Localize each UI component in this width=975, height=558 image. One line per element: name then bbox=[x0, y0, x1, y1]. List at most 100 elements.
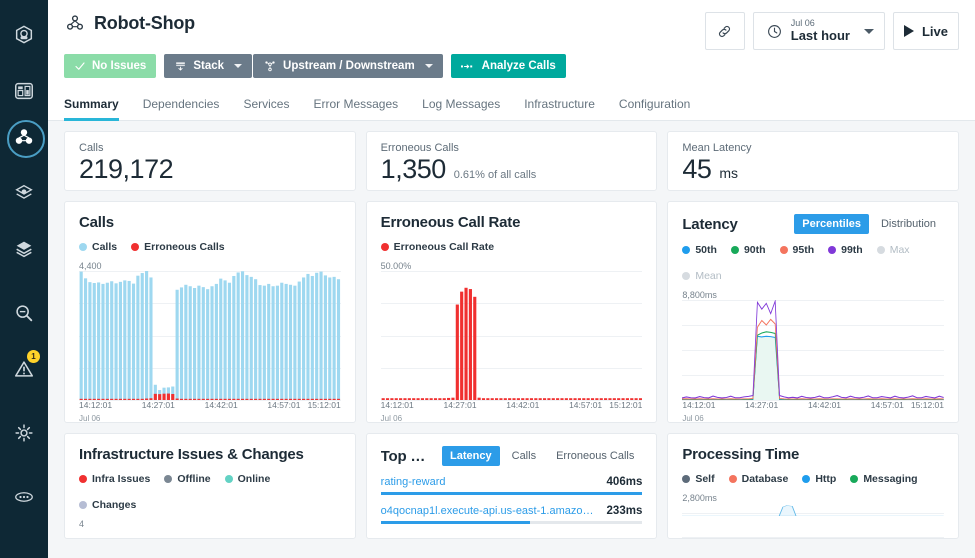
no-issues-button[interactable]: No Issues bbox=[64, 54, 156, 78]
legend-item-calls[interactable]: Calls bbox=[79, 241, 117, 253]
top-section: Robot-Shop bbox=[48, 0, 975, 121]
analyze-calls-button[interactable]: Analyze Calls bbox=[451, 54, 566, 78]
legend-dot-icon bbox=[802, 475, 810, 483]
stat-label: Erroneous Calls bbox=[381, 142, 643, 154]
legend-item-changes[interactable]: Changes bbox=[79, 499, 136, 511]
stat-card-mean-latency: Mean Latency 45 ms bbox=[667, 131, 959, 191]
sidebar-item-services[interactable] bbox=[0, 170, 48, 216]
legend-item-99th[interactable]: 99th bbox=[828, 244, 863, 256]
time-range-labels: Jul 06 Last hour bbox=[791, 19, 850, 43]
segment-latency[interactable]: Latency bbox=[442, 446, 500, 466]
sidebar-item-analytics[interactable] bbox=[0, 290, 48, 336]
legend-item-database[interactable]: Database bbox=[729, 473, 789, 485]
chart-header: Processing Time bbox=[682, 446, 944, 463]
time-range-picker[interactable]: Jul 06 Last hour bbox=[753, 12, 885, 50]
legend-label: Calls bbox=[92, 241, 117, 253]
legend-item-offline[interactable]: Offline bbox=[164, 473, 210, 485]
x-tick-label: 14:12:01 bbox=[381, 400, 414, 410]
legend-item-infra-issues[interactable]: Infra Issues bbox=[79, 473, 150, 485]
tab-services[interactable]: Services bbox=[231, 97, 301, 120]
sidebar-item-events[interactable]: 1 bbox=[0, 346, 48, 392]
legend-item-max[interactable]: Max bbox=[877, 244, 910, 256]
chart-plot-area: 8,800ms 14:12:01 14:27:01 14:42:0 bbox=[682, 290, 944, 414]
chart-header: Top Servi... Latency Calls Erroneous Cal… bbox=[381, 446, 643, 466]
legend-dot-icon bbox=[780, 246, 788, 254]
sidebar-item-home[interactable] bbox=[0, 12, 48, 58]
list-item[interactable]: o4qocnap1l.execute-api.us-east-1.amazona… bbox=[381, 505, 643, 524]
legend-item-erroneous-calls[interactable]: Erroneous Calls bbox=[131, 241, 225, 253]
legend-item-online[interactable]: Online bbox=[225, 473, 271, 485]
tab-infrastructure[interactable]: Infrastructure bbox=[512, 97, 607, 120]
x-tick-label: 14:57:01 bbox=[871, 400, 904, 410]
page-header: Robot-Shop bbox=[48, 0, 975, 46]
segment-percentiles[interactable]: Percentiles bbox=[794, 214, 869, 234]
service-name-link[interactable]: o4qocnap1l.execute-api.us-east-1.amazona… bbox=[381, 505, 599, 517]
service-bar-fill bbox=[381, 492, 643, 495]
top-services-metric-toggle: Latency Calls Erroneous Calls bbox=[442, 446, 642, 466]
x-tick-label: 15:12:01 bbox=[911, 400, 944, 410]
chart-legend: Erroneous Call Rate bbox=[381, 241, 643, 253]
x-axis: 14:12:01 14:27:01 14:42:01 14:57:01 15:1… bbox=[682, 400, 944, 414]
tab-error-messages[interactable]: Error Messages bbox=[301, 97, 410, 120]
sidebar-item-applications[interactable] bbox=[0, 114, 48, 160]
service-value: 233ms bbox=[607, 505, 643, 517]
header-actions: Jul 06 Last hour Live bbox=[705, 12, 959, 50]
chart-card-infrastructure-issues: Infrastructure Issues & Changes Infra Is… bbox=[64, 433, 356, 539]
legend-item-95th[interactable]: 95th bbox=[780, 244, 815, 256]
list-item[interactable]: rating-reward 406ms bbox=[381, 476, 643, 495]
legend-dot-icon bbox=[131, 243, 139, 251]
chart-legend: Infra Issues Offline Online Changes bbox=[79, 473, 341, 511]
legend-item-messaging[interactable]: Messaging bbox=[850, 473, 917, 485]
share-link-button[interactable] bbox=[705, 12, 745, 50]
events-badge-count: 1 bbox=[27, 350, 40, 363]
segment-calls[interactable]: Calls bbox=[504, 446, 544, 466]
stack-label: Stack bbox=[193, 60, 224, 72]
y-axis-max-label: 4,400 bbox=[79, 261, 102, 271]
stat-label: Calls bbox=[79, 142, 341, 154]
chart-plot-area: 50.00% 14:12:01 14:27:01 14:42:01 bbox=[381, 261, 643, 414]
x-tick-label: 14:57:01 bbox=[569, 400, 602, 410]
live-button[interactable]: Live bbox=[893, 12, 959, 50]
x-tick-label: 14:42:01 bbox=[506, 400, 539, 410]
check-icon bbox=[74, 60, 86, 72]
tab-configuration[interactable]: Configuration bbox=[607, 97, 702, 120]
sidebar-item-dashboards[interactable] bbox=[0, 68, 48, 114]
legend-label: 99th bbox=[841, 244, 863, 256]
segment-distribution[interactable]: Distribution bbox=[873, 214, 944, 234]
chart-title: Infrastructure Issues & Changes bbox=[79, 446, 304, 463]
service-name-link[interactable]: rating-reward bbox=[381, 476, 599, 488]
top-services-list: rating-reward 406ms o4qocnap1l.execute-a… bbox=[381, 476, 643, 534]
tab-dependencies[interactable]: Dependencies bbox=[131, 97, 232, 120]
upstream-downstream-button[interactable]: Upstream / Downstream bbox=[253, 54, 443, 78]
sidebar-item-settings[interactable] bbox=[0, 410, 48, 456]
stat-card-erroneous-calls: Erroneous Calls 1,350 0.61% of all calls bbox=[366, 131, 658, 191]
legend-item-self[interactable]: Self bbox=[682, 473, 714, 485]
chart-header: Calls bbox=[79, 214, 341, 231]
legend-label: Erroneous Calls bbox=[144, 241, 225, 253]
chart-legend: 50th 90th 95th 99th bbox=[682, 244, 944, 282]
tab-summary[interactable]: Summary bbox=[64, 97, 131, 120]
legend-dot-icon bbox=[225, 475, 233, 483]
sidebar-item-infrastructure[interactable] bbox=[0, 226, 48, 272]
tab-log-messages[interactable]: Log Messages bbox=[410, 97, 512, 120]
sidebar-item-more[interactable] bbox=[0, 474, 48, 520]
legend-item-90th[interactable]: 90th bbox=[731, 244, 766, 256]
legend-item-50th[interactable]: 50th bbox=[682, 244, 717, 256]
stat-unit: ms bbox=[719, 165, 738, 181]
chart-card-calls: Calls Calls Erroneous Calls 4,400 bbox=[64, 201, 356, 423]
legend-label: Max bbox=[890, 244, 910, 256]
summary-stats-row: Calls 219,172 Erroneous Calls 1,350 0.61… bbox=[64, 131, 959, 191]
applications-icon bbox=[13, 126, 35, 148]
stack-button[interactable]: Stack bbox=[164, 54, 252, 78]
x-axis-date-label: Jul 06 bbox=[79, 414, 100, 423]
more-options-icon bbox=[13, 486, 35, 508]
legend-item-erroneous-call-rate[interactable]: Erroneous Call Rate bbox=[381, 241, 494, 253]
segment-erroneous-calls[interactable]: Erroneous Calls bbox=[548, 446, 642, 466]
service-value: 406ms bbox=[607, 476, 643, 488]
upstream-downstream-label: Upstream / Downstream bbox=[283, 60, 415, 72]
stack-upstream-group: Stack Upstream / Downstream bbox=[164, 54, 442, 78]
legend-item-http[interactable]: Http bbox=[802, 473, 836, 485]
x-tick-label: 14:27:01 bbox=[745, 400, 778, 410]
main-area: Robot-Shop bbox=[48, 0, 975, 558]
legend-item-mean[interactable]: Mean bbox=[682, 270, 721, 282]
